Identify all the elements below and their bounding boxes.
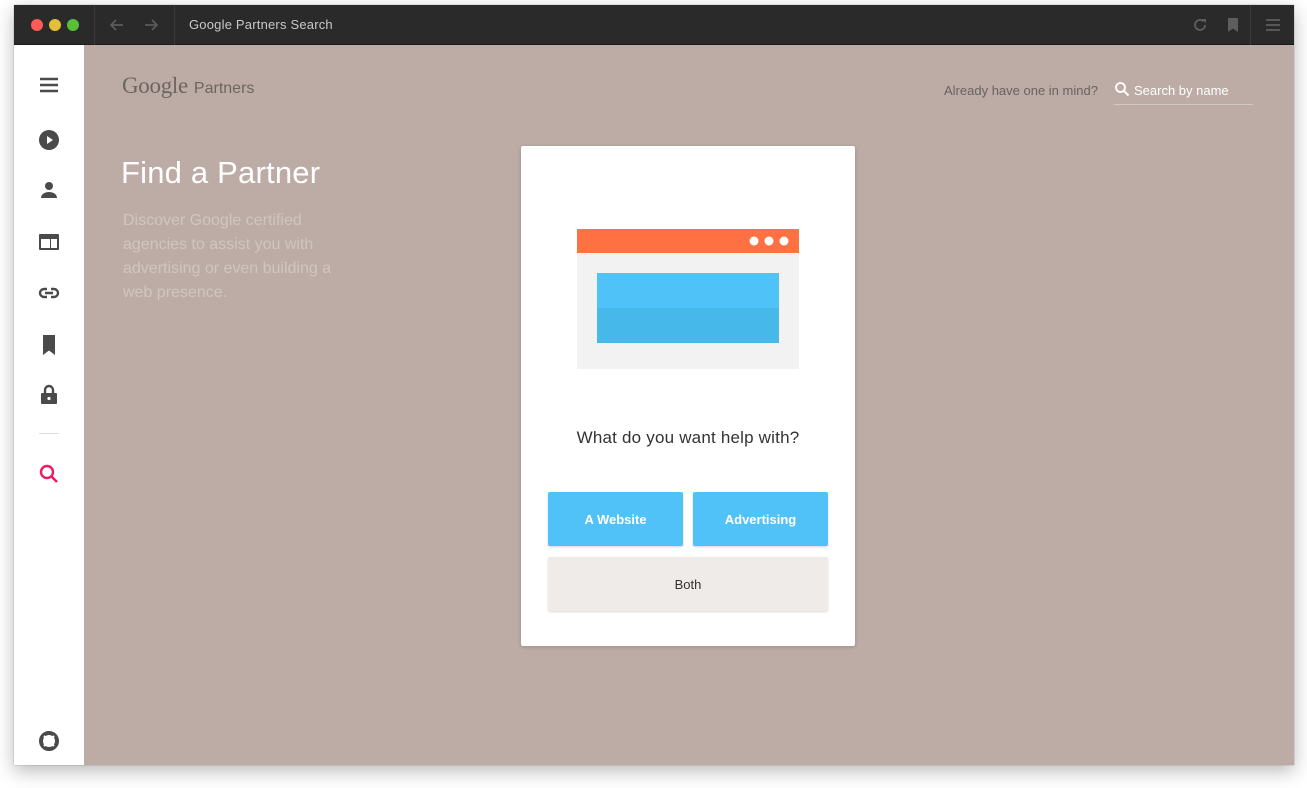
- person-icon[interactable]: [38, 179, 60, 201]
- minimize-window-button[interactable]: [49, 19, 61, 31]
- help-question: What do you want help with?: [576, 428, 800, 447]
- website-illustration: [577, 229, 799, 369]
- title-bar-divider: [1250, 5, 1251, 45]
- main-content: Google Partners Already have one in mind?…: [84, 45, 1294, 765]
- search-by-name-box: [1114, 75, 1253, 105]
- website-option-button[interactable]: A Website: [548, 492, 683, 546]
- sidebar: [14, 45, 84, 765]
- maximize-window-button[interactable]: [67, 19, 79, 31]
- back-arrow-icon[interactable]: [107, 15, 127, 35]
- sidebar-divider: [39, 433, 59, 434]
- logo-google-wordmark: Google: [122, 73, 188, 98]
- advertising-option-button[interactable]: Advertising: [693, 492, 828, 546]
- lock-icon[interactable]: [38, 383, 60, 405]
- web-browser-icon[interactable]: [38, 231, 60, 253]
- title-bar-divider: [174, 5, 175, 45]
- close-window-button[interactable]: [31, 19, 43, 31]
- play-circle-icon[interactable]: [38, 129, 60, 151]
- forward-arrow-icon[interactable]: [141, 15, 161, 35]
- search-icon[interactable]: [38, 463, 60, 485]
- help-selection-card: What do you want help with? A Website Ad…: [521, 146, 855, 646]
- search-icon: [1114, 81, 1130, 97]
- google-partners-logo[interactable]: Google Partners: [122, 73, 254, 103]
- lifebuoy-icon[interactable]: [38, 730, 60, 752]
- title-bar: Google Partners Search: [14, 5, 1294, 45]
- search-hint-label: Already have one in mind?: [944, 83, 1098, 98]
- logo-product-name: Partners: [193, 80, 255, 97]
- menu-icon[interactable]: [38, 74, 60, 96]
- reload-icon[interactable]: [1191, 16, 1209, 34]
- bookmark-icon[interactable]: [1224, 16, 1242, 34]
- link-icon[interactable]: [38, 282, 60, 304]
- page-description: Discover Google certified agencies to as…: [123, 212, 332, 301]
- search-by-name-input[interactable]: [1134, 80, 1250, 100]
- window-title: Google Partners Search: [189, 17, 333, 32]
- both-option-button[interactable]: Both: [548, 557, 828, 611]
- browser-menu-icon[interactable]: [1264, 16, 1282, 34]
- browser-window: Google Partners Search Google Partners A…: [14, 5, 1294, 765]
- title-bar-divider: [94, 5, 95, 45]
- bookmark-icon[interactable]: [38, 334, 60, 356]
- page-title: Find a Partner: [121, 155, 321, 190]
